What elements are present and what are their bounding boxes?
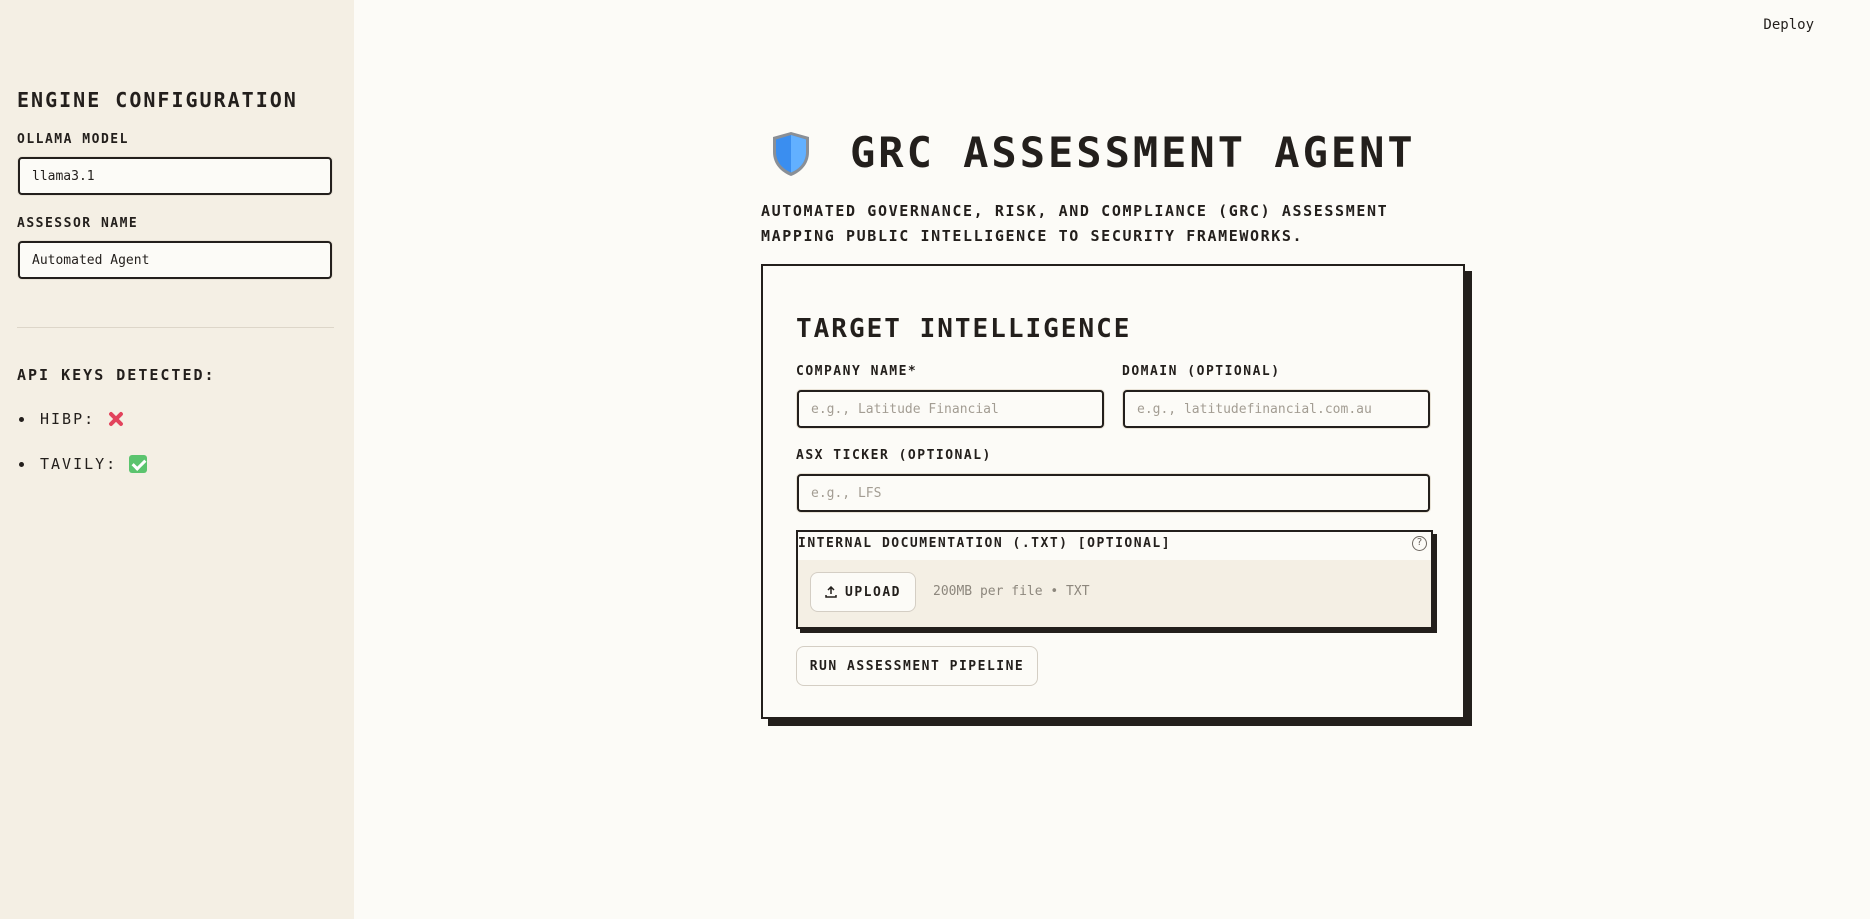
- check-mark-icon: [129, 455, 148, 473]
- company-name-label: COMPANY NAME*: [796, 364, 918, 379]
- api-key-label: HIBP:: [40, 410, 96, 428]
- run-assessment-button[interactable]: RUN ASSESSMENT PIPELINE: [796, 646, 1038, 686]
- api-keys-title: API KEYS DETECTED:: [17, 366, 216, 384]
- api-key-item-hibp: HIBP:: [17, 408, 147, 453]
- api-keys-list: HIBP: TAVILY:: [17, 408, 148, 498]
- target-intelligence-card: TARGET INTELLIGENCE COMPANY NAME* DOMAIN…: [761, 264, 1465, 719]
- deploy-button[interactable]: Deploy: [1763, 17, 1814, 33]
- sidebar-divider: [17, 327, 334, 328]
- ollama-model-input[interactable]: [18, 157, 332, 195]
- help-icon[interactable]: ?: [1412, 536, 1427, 551]
- upload-hint: 200MB per file • TXT: [933, 584, 1090, 599]
- api-key-item-tavily: TAVILY:: [17, 453, 148, 498]
- subtitle-line-1: AUTOMATED GOVERNANCE, RISK, AND COMPLIAN…: [761, 202, 1389, 220]
- assessor-name-input[interactable]: [18, 241, 332, 279]
- domain-label: DOMAIN (OPTIONAL): [1122, 364, 1281, 379]
- upload-icon: [825, 586, 837, 598]
- page-title: GRC ASSESSMENT AGENT: [850, 128, 1416, 177]
- card-title: TARGET INTELLIGENCE: [796, 314, 1132, 344]
- domain-input[interactable]: [1123, 390, 1430, 428]
- upload-dropzone[interactable]: UPLOAD 200MB per file • TXT: [798, 560, 1431, 627]
- ollama-model-label: OLLAMA MODEL: [17, 132, 129, 147]
- sidebar: ENGINE CONFIGURATION OLLAMA MODEL ASSESS…: [0, 0, 354, 919]
- assessor-name-label: ASSESSOR NAME: [17, 216, 139, 231]
- app-root: ENGINE CONFIGURATION OLLAMA MODEL ASSESS…: [0, 0, 1870, 919]
- asx-ticker-label: ASX TICKER (OPTIONAL): [796, 448, 992, 463]
- sidebar-title: ENGINE CONFIGURATION: [17, 88, 298, 112]
- shield-icon: [773, 132, 809, 176]
- upload-button-label: UPLOAD: [845, 584, 901, 600]
- x-mark-icon: [107, 410, 125, 428]
- page-subtitle: AUTOMATED GOVERNANCE, RISK, AND COMPLIAN…: [761, 199, 1461, 249]
- api-key-label: TAVILY:: [40, 455, 118, 473]
- upload-label: INTERNAL DOCUMENTATION (.TXT) [OPTIONAL]: [798, 536, 1172, 551]
- upload-button[interactable]: UPLOAD: [810, 572, 916, 612]
- file-uploader: INTERNAL DOCUMENTATION (.TXT) [OPTIONAL]…: [796, 530, 1433, 629]
- asx-ticker-input[interactable]: [797, 474, 1430, 512]
- company-name-input[interactable]: [797, 390, 1104, 428]
- subtitle-line-2: MAPPING PUBLIC INTELLIGENCE TO SECURITY …: [761, 227, 1304, 245]
